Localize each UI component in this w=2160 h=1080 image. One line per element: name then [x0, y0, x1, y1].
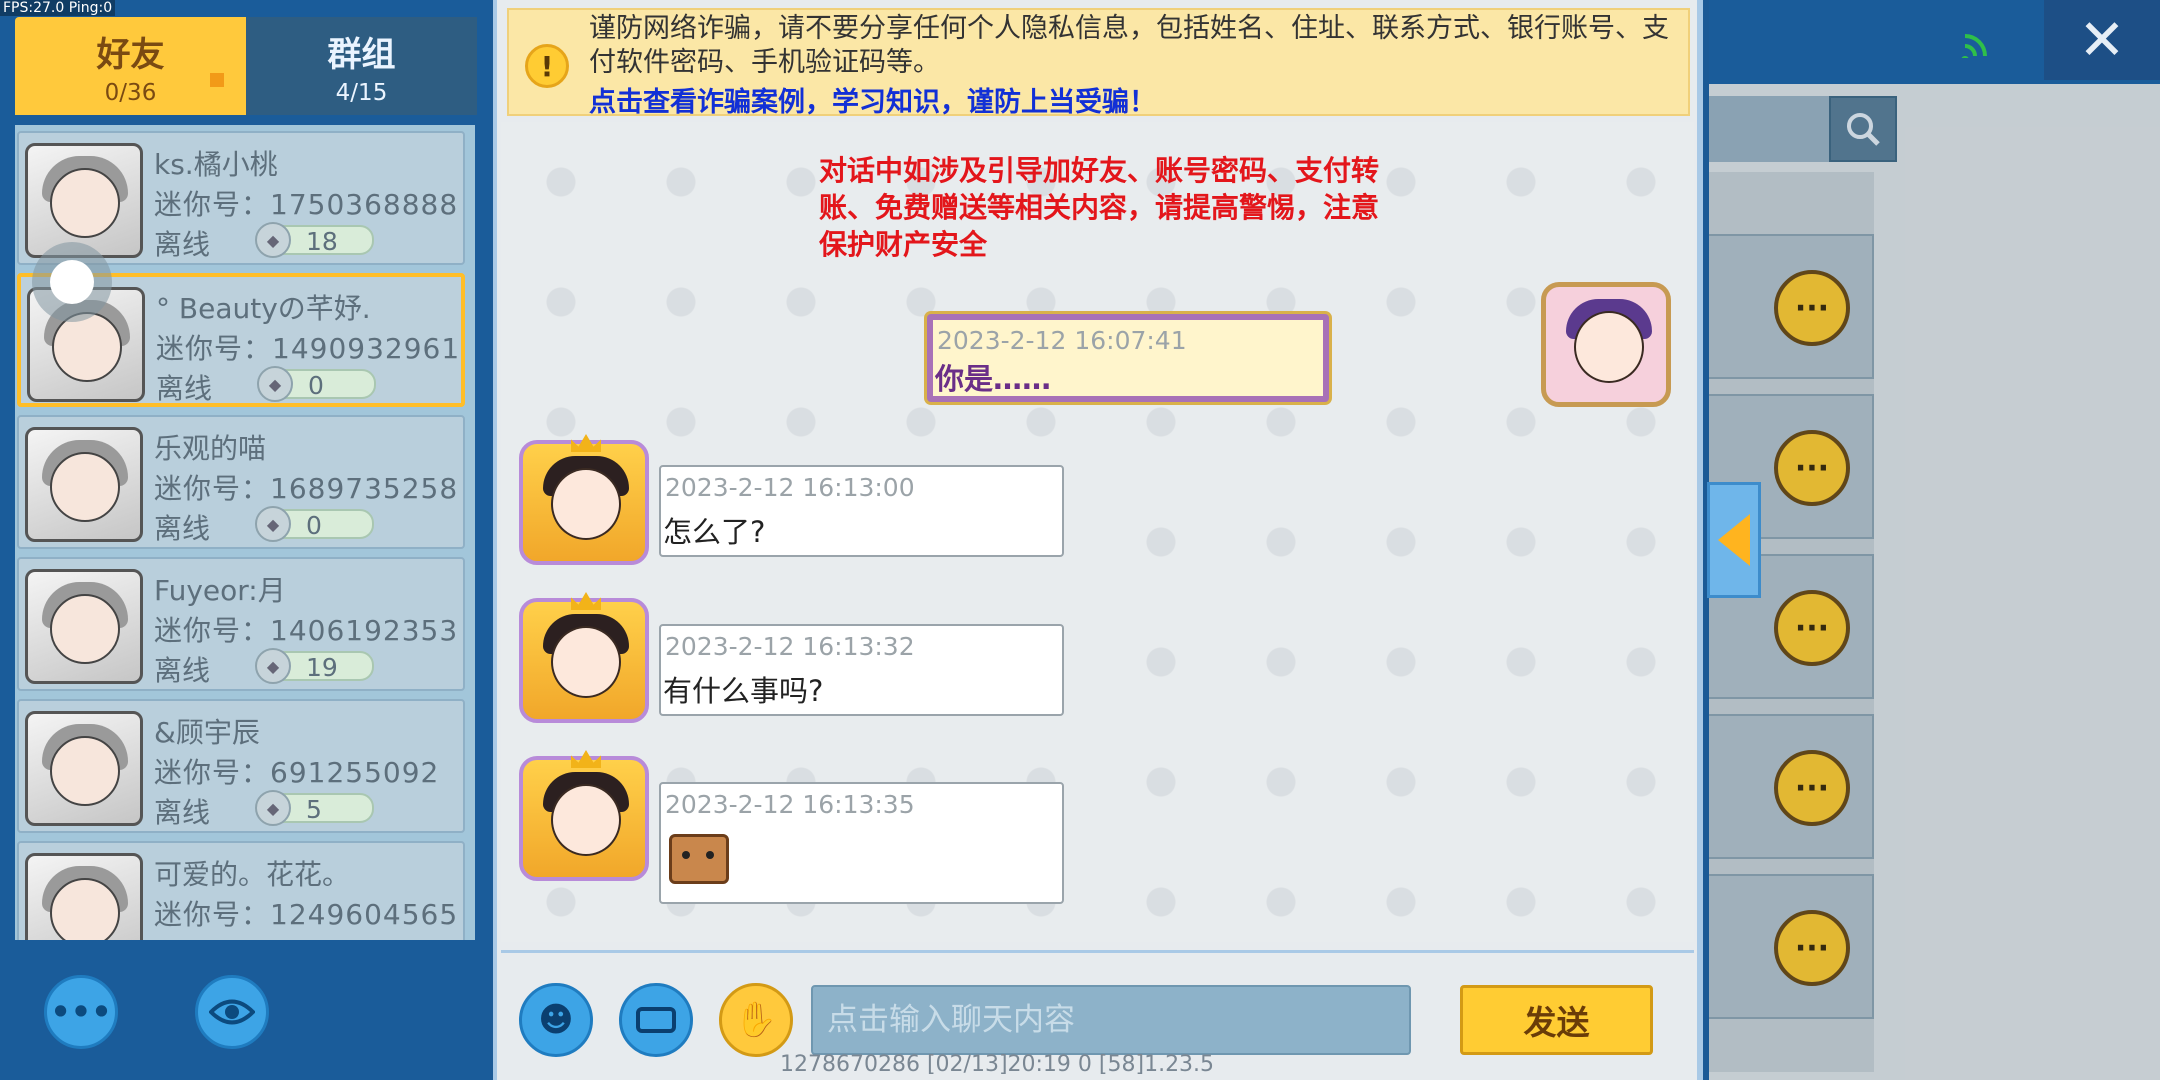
message-time: 2023-2-12 16:13:32 [665, 632, 915, 661]
friend-level-badge: ◆ 18 [255, 222, 374, 258]
more-options-button[interactable]: ••• [44, 975, 118, 1049]
friend-level: 18 [306, 227, 338, 256]
gem-icon: ◆ [255, 222, 291, 258]
keyboard-icon [636, 1007, 676, 1033]
friend-avatar [25, 711, 143, 826]
friend-id: 迷你号：691255092 [154, 756, 440, 789]
gem-icon: ◆ [255, 506, 291, 542]
gem-icon: ◆ [257, 366, 293, 402]
gift-button[interactable]: ✋ [719, 983, 793, 1057]
friend-item[interactable]: Fuyeor:月 迷你号：1406192353 离线 ◆ 19 [17, 557, 465, 691]
friend-status: 离线 [154, 654, 211, 687]
tab-groups-label: 群组 [327, 34, 396, 75]
background-dim [1709, 84, 2160, 1080]
signal-icon [1961, 34, 1987, 58]
tab-groups-count: 4/15 [335, 79, 388, 106]
chat-panel: ! 谨防网络诈骗，请不要分享任何个人隐私信息，包括姓名、住址、联系方式、银行账号… [493, 0, 1703, 1080]
background-header: ✕ [1709, 0, 2160, 84]
friend-avatar [25, 143, 143, 258]
message-time: 2023-2-12 16:07:41 [937, 326, 1187, 355]
friend-level: 0 [308, 371, 324, 400]
friend-level: 0 [306, 511, 322, 540]
close-icon: ✕ [2078, 7, 2126, 73]
send-button[interactable]: 发送 [1460, 985, 1653, 1055]
message-text: 怎么了? [663, 515, 766, 549]
message-text: 有什么事吗? [663, 674, 824, 708]
eye-icon [209, 999, 255, 1025]
keyboard-button[interactable] [619, 983, 693, 1057]
gift-hand-icon: ✋ [734, 1000, 778, 1040]
friend-avatar [25, 569, 143, 684]
message-bubble: 2023-2-12 16:13:32 有什么事吗? [659, 624, 1064, 716]
friend-status: 离线 [154, 796, 211, 829]
chat-input[interactable] [811, 985, 1411, 1055]
fraud-warning-banner: ! 谨防网络诈骗，请不要分享任何个人隐私信息，包括姓名、住址、联系方式、银行账号… [507, 8, 1690, 119]
gem-icon: ◆ [255, 790, 291, 826]
message-text: 你是…… [935, 362, 1052, 396]
tab-friends-label: 好友 [96, 34, 165, 75]
friend-level: 19 [306, 653, 338, 682]
arrow-left-icon [1718, 514, 1750, 566]
message-bubble: 2023-2-12 16:13:00 怎么了? [659, 465, 1064, 557]
friend-id: 迷你号：1406192353 [154, 614, 459, 647]
close-button[interactable]: ✕ [2044, 0, 2160, 80]
friend-avatar-chat[interactable] [519, 434, 649, 565]
gem-icon: ◆ [255, 648, 291, 684]
message-time: 2023-2-12 16:13:00 [665, 473, 915, 502]
friend-level: 5 [306, 795, 322, 824]
smiley-icon: ☻ [538, 1000, 574, 1040]
friend-item[interactable]: 乐观的喵 迷你号：1689735258 离线 ◆ 0 [17, 415, 465, 549]
tab-groups[interactable]: 群组 4/15 [246, 17, 477, 115]
friend-level-badge: ◆ 5 [255, 790, 374, 826]
friend-status: 离线 [154, 512, 211, 545]
friend-avatar-chat[interactable] [519, 750, 649, 881]
friend-level-badge: ◆ 19 [255, 648, 374, 684]
visibility-button[interactable] [195, 975, 269, 1049]
tab-notch [210, 73, 224, 87]
friend-id: 迷你号：1689735258 [154, 472, 459, 505]
more-icon: ••• [50, 993, 112, 1031]
friend-status: 离线 [154, 228, 211, 261]
footer-build-info: 1278670286 [02/13]20:19 0 [58]1.23.5 [780, 1052, 1215, 1077]
friends-panel: 好友 0/36 群组 4/15 ks.橘小桃 迷你号：1750368888 离线… [0, 0, 490, 1080]
friend-level-badge: ◆ 0 [255, 506, 374, 542]
my-avatar[interactable] [1541, 282, 1671, 407]
background-panel: ✕ ··· ··· ··· ··· ··· [1709, 0, 2160, 1080]
friend-name: ks.橘小桃 [154, 148, 278, 181]
friend-avatar-chat[interactable] [519, 592, 649, 723]
message-time: 2023-2-12 16:13:35 [665, 790, 915, 819]
joystick-knob[interactable] [32, 242, 112, 322]
friend-name: 可爱的。花花。 [154, 858, 351, 891]
safety-notice: 对话中如涉及引导加好友、账号密码、支付转账、免费赠送等相关内容，请提高警惕，注意… [819, 154, 1380, 261]
emoji-button[interactable]: ☻ [519, 983, 593, 1057]
friend-name: &顾宇辰 [154, 716, 260, 749]
fraud-warning-text: 谨防网络诈骗，请不要分享任何个人隐私信息，包括姓名、住址、联系方式、银行账号、支… [589, 13, 1669, 78]
friend-id: 迷你号：1490932961 [156, 332, 461, 365]
friend-avatar [25, 853, 143, 940]
friend-id: 迷你号：1249604565 [154, 898, 459, 931]
collapse-panel-button[interactable] [1707, 482, 1761, 598]
friend-name: 乐观的喵 [154, 432, 267, 465]
friend-status: 离线 [156, 372, 213, 405]
tab-friends-count: 0/36 [104, 79, 157, 106]
friend-id: 迷你号：1750368888 [154, 188, 459, 221]
fps-readout: FPS:27.0 Ping:0 [0, 0, 116, 16]
friend-item[interactable]: &顾宇辰 迷你号：691255092 离线 ◆ 5 [17, 699, 465, 833]
friend-level-badge: ◆ 0 [257, 366, 376, 402]
friend-name: ° Beautyの芊妤. [156, 292, 371, 325]
friend-item[interactable]: 可爱的。花花。 迷你号：1249604565 [17, 841, 465, 940]
chat-messages[interactable]: 对话中如涉及引导加好友、账号密码、支付转账、免费赠送等相关内容，请提高警惕，注意… [501, 122, 1694, 942]
friend-avatar [25, 427, 143, 542]
friend-tabs: 好友 0/36 群组 4/15 [15, 17, 477, 115]
friend-name: Fuyeor:月 [154, 574, 286, 607]
fraud-cases-link[interactable]: 点击查看诈骗案例，学习知识，谨防上当受骗！ [589, 80, 1156, 119]
message-bubble-mine: 2023-2-12 16:07:41 你是…… [927, 314, 1329, 402]
message-bubble-sticker: 2023-2-12 16:13:35 [659, 782, 1064, 904]
exclamation-icon: ! [525, 44, 569, 88]
tab-friends[interactable]: 好友 0/36 [15, 17, 246, 115]
cow-sticker-icon[interactable] [669, 834, 729, 884]
